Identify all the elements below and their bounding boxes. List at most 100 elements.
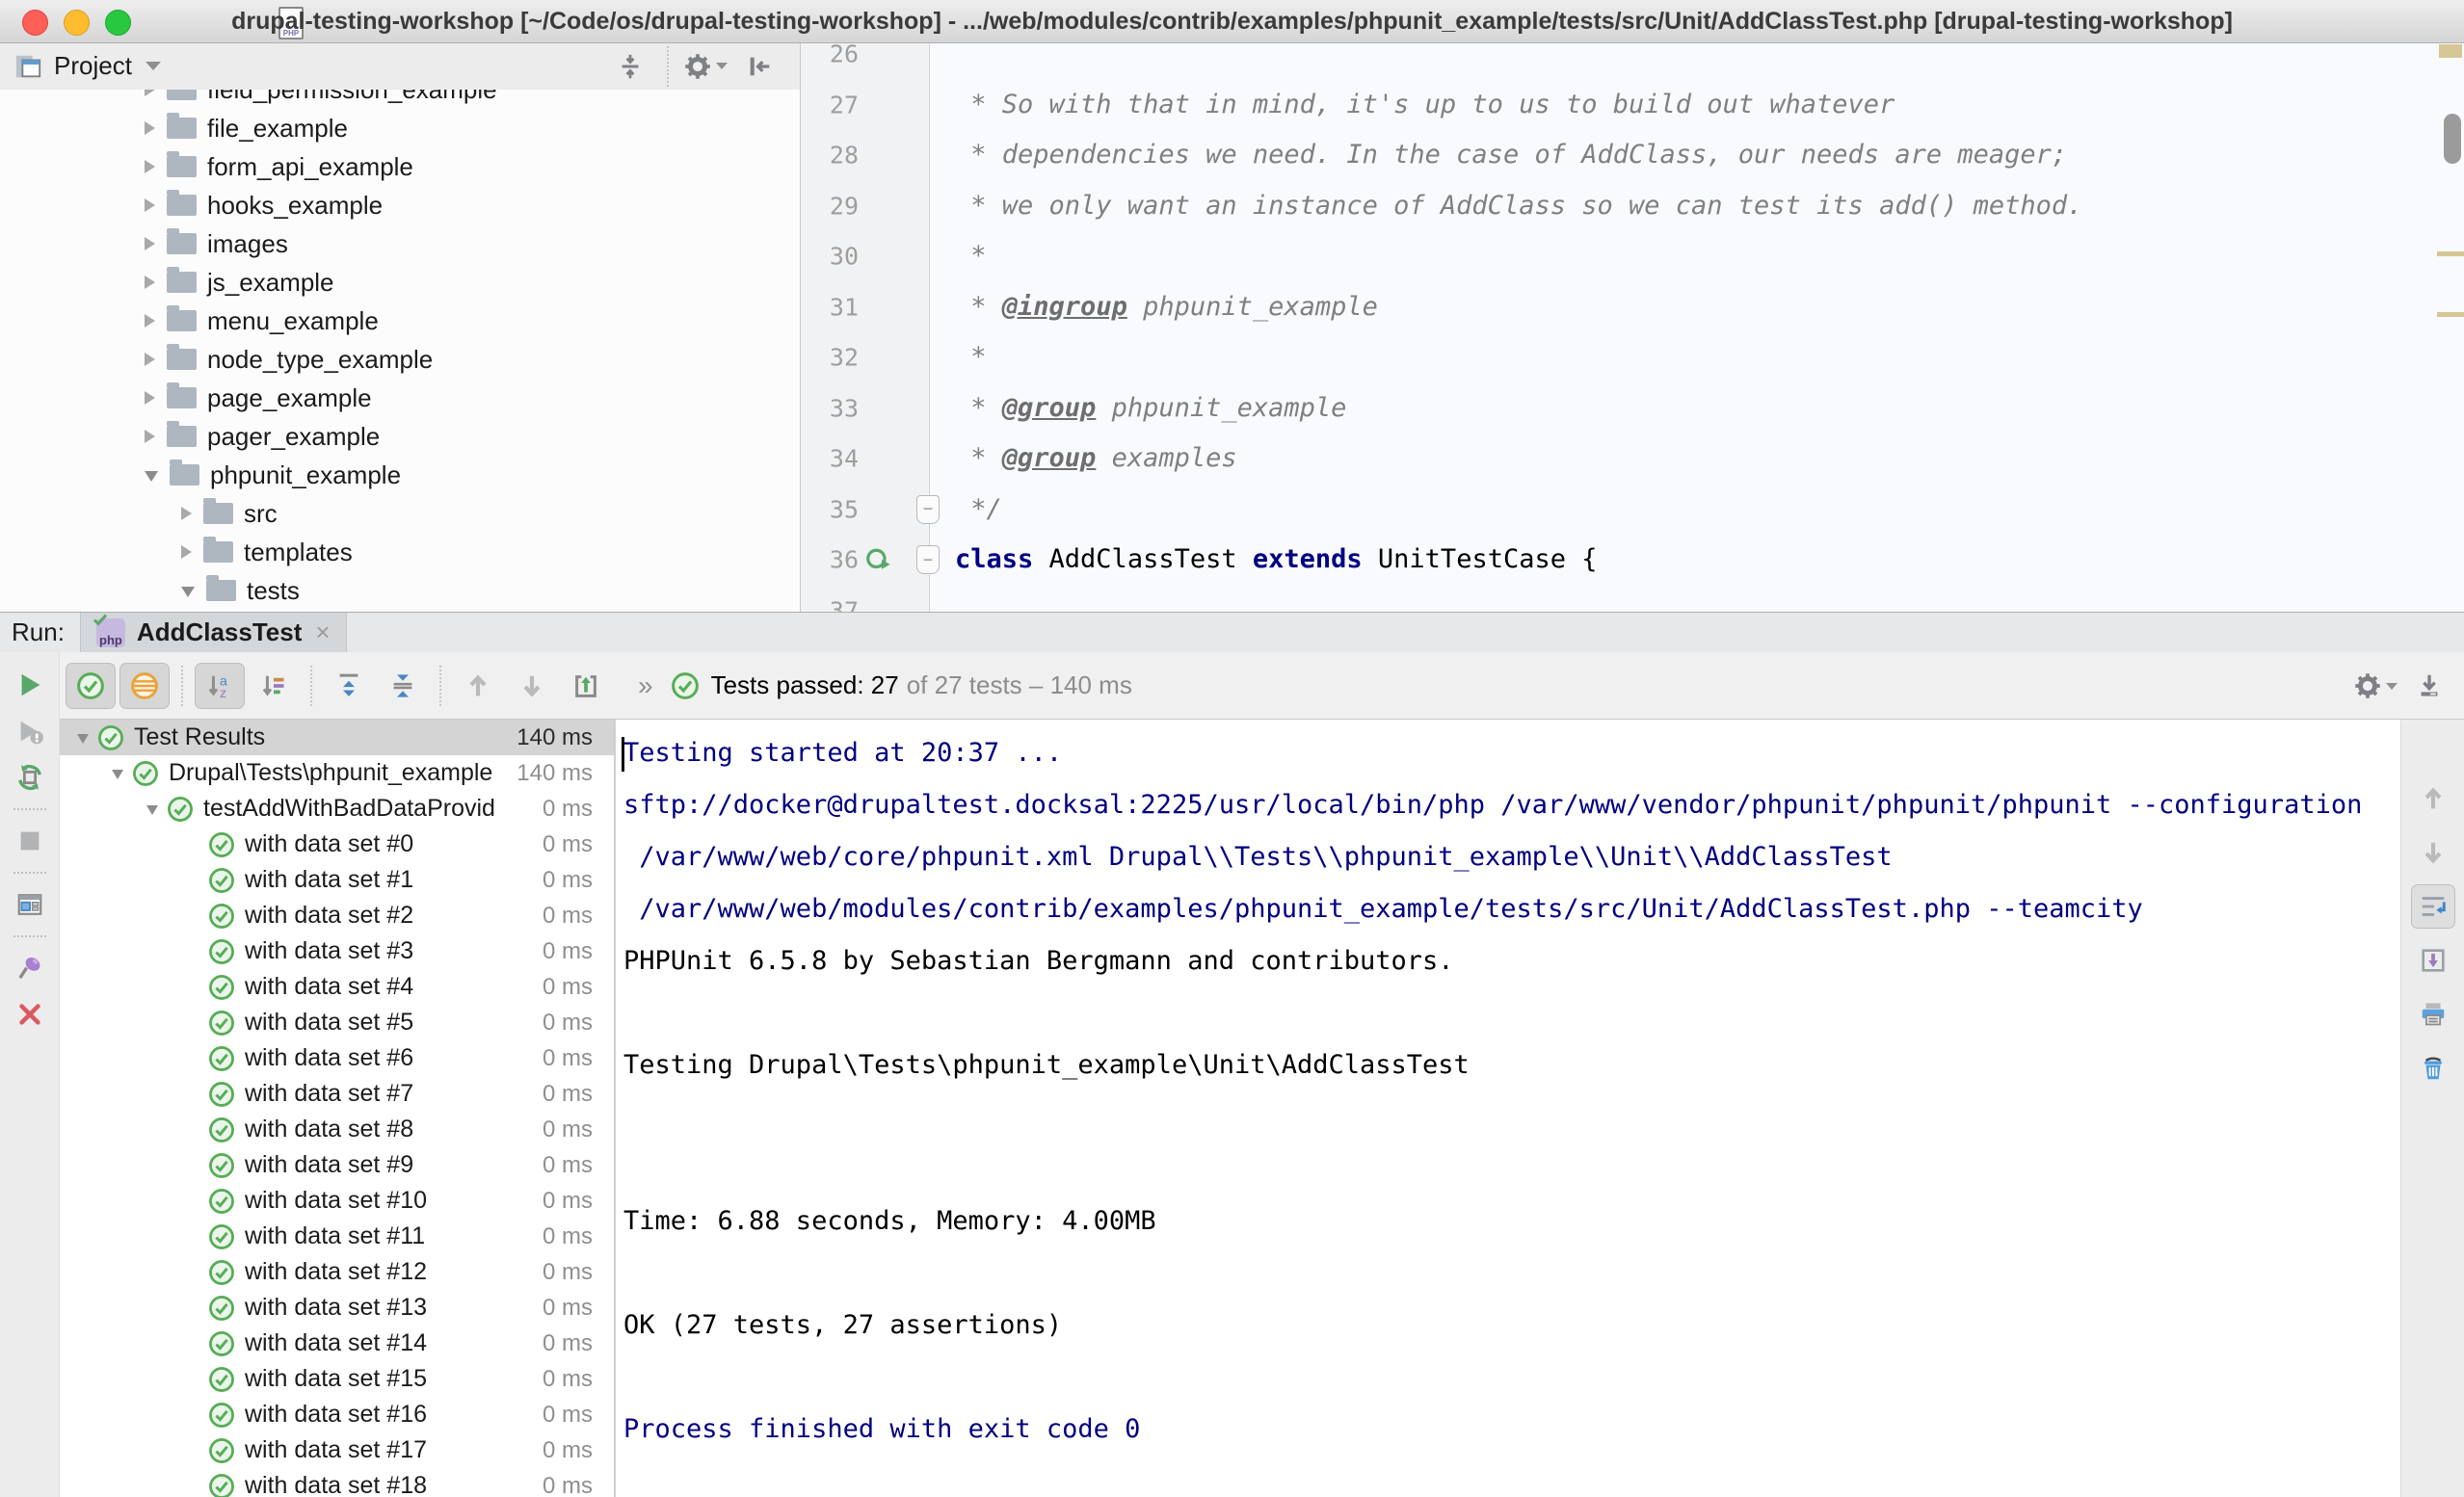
project-tree-item[interactable]: field_permission_example [0,90,800,109]
chevron-right-icon[interactable] [181,545,192,559]
editor-gutter[interactable]: 29 [801,181,930,232]
project-tree-item[interactable]: page_example [0,379,800,417]
test-row[interactable]: with data set #80 ms [60,1112,614,1147]
expand-all-button[interactable] [324,663,374,709]
fold-marker-icon[interactable]: − [916,545,940,574]
test-row[interactable]: with data set #100 ms [60,1183,614,1219]
error-stripe-mark[interactable] [2437,251,2464,256]
project-tree-item[interactable]: js_example [0,263,800,302]
test-row[interactable]: with data set #140 ms [60,1326,614,1361]
error-stripe-mark[interactable] [2439,44,2462,58]
close-button[interactable] [8,992,52,1037]
error-stripe-mark[interactable] [2437,312,2464,317]
test-row[interactable]: with data set #60 ms [60,1040,614,1076]
chevron-down-icon[interactable] [77,734,89,744]
chevron-right-icon[interactable] [145,276,155,289]
test-row[interactable]: with data set #130 ms [60,1290,614,1326]
settings-button[interactable] [2350,663,2400,709]
chevron-right-icon[interactable] [181,507,192,520]
show-passed-button[interactable] [66,663,116,709]
test-row[interactable]: with data set #00 ms [60,827,614,862]
show-ignored-button[interactable] [119,663,170,709]
chevron-right-icon[interactable] [145,237,155,250]
test-row[interactable]: with data set #10 ms [60,862,614,898]
chevron-right-icon[interactable] [145,314,155,328]
chevron-down-icon[interactable] [146,805,158,815]
next-failed-button[interactable] [507,663,557,709]
project-tree-item[interactable]: phpunit_example [0,456,800,494]
editor-gutter[interactable]: 37 [801,586,930,613]
scroll-down-button[interactable] [2411,830,2455,875]
restore-layout-button[interactable] [8,882,52,927]
print-button[interactable] [2411,992,2455,1037]
editor-gutter[interactable]: 32 [801,332,930,383]
project-tree-item[interactable]: pager_example [0,417,800,456]
hide-panel-button[interactable] [2404,663,2454,709]
run-tab-addclasstest[interactable]: php AddClassTest × [80,613,347,652]
close-tab-icon[interactable]: × [315,617,330,647]
test-row[interactable]: with data set #180 ms [60,1468,614,1497]
project-tree-item[interactable]: src [0,494,800,533]
editor-gutter[interactable]: 35− [801,485,930,536]
chevron-right-icon[interactable] [145,430,155,443]
toolbar-overflow-chevron[interactable]: » [638,670,653,701]
test-row[interactable]: with data set #160 ms [60,1397,614,1432]
settings-button[interactable] [680,43,730,90]
scroll-up-button[interactable] [2411,776,2455,821]
editor-gutter[interactable]: 31 [801,282,930,333]
stop-button[interactable] [8,819,52,863]
project-views-dropdown-icon[interactable] [146,62,161,70]
rerun-button[interactable] [8,663,52,707]
test-results-tree[interactable]: Test Results140 msDrupal\Tests\phpunit_e… [60,720,616,1497]
pin-button[interactable] [8,946,52,990]
editor-gutter[interactable]: 34 [801,433,930,485]
editor-gutter[interactable]: 28 [801,130,930,181]
titlebar[interactable]: drupal-testing-workshop [~/Code/os/drupa… [0,0,2464,43]
editor-gutter[interactable]: 30 [801,231,930,282]
editor-gutter[interactable]: 27 [801,80,930,131]
previous-failed-button[interactable] [453,663,503,709]
editor-gutter[interactable]: 33 [801,383,930,434]
project-tree-item[interactable]: images [0,224,800,263]
fold-marker-icon[interactable]: − [916,495,940,524]
sort-alphabetically-button[interactable]: az [195,663,245,709]
project-tree-item[interactable]: hooks_example [0,186,800,224]
soft-wrap-button[interactable] [2411,884,2455,929]
test-row[interactable]: with data set #30 ms [60,933,614,969]
chevron-down-icon[interactable] [112,770,123,779]
export-test-results-button[interactable] [561,663,611,709]
chevron-right-icon[interactable] [145,90,155,96]
chevron-down-icon[interactable] [145,471,158,482]
test-row[interactable]: with data set #90 ms [60,1147,614,1183]
collapse-all-button[interactable] [378,663,428,709]
editor-gutter[interactable]: 36− [801,535,930,586]
project-panel-header[interactable]: Project [0,42,800,90]
test-row[interactable]: with data set #110 ms [60,1219,614,1254]
test-row[interactable]: with data set #50 ms [60,1005,614,1040]
rerun-failed-button[interactable] [8,709,52,753]
chevron-right-icon[interactable] [145,198,155,212]
project-tree-item[interactable]: node_type_example [0,340,800,379]
scroll-to-end-button[interactable] [2411,938,2455,983]
clear-all-button[interactable] [2411,1046,2455,1090]
test-row[interactable]: with data set #170 ms [60,1432,614,1468]
test-row[interactable]: with data set #70 ms [60,1076,614,1112]
hide-left-button[interactable] [734,43,784,90]
project-tree-item[interactable]: tests [0,571,800,610]
test-row[interactable]: with data set #40 ms [60,969,614,1005]
editor-scrollbar-thumb[interactable] [2444,114,2461,164]
sort-by-duration-button[interactable] [249,663,299,709]
test-row[interactable]: with data set #120 ms [60,1254,614,1290]
scroll-from-source-button[interactable] [605,43,655,90]
editor[interactable]: 2627 * So with that in mind, it's up to … [801,42,2464,612]
chevron-right-icon[interactable] [145,121,155,135]
test-row[interactable]: testAddWithBadDataProvider0 ms [60,791,614,827]
chevron-right-icon[interactable] [145,353,155,366]
test-row[interactable]: Drupal\Tests\phpunit_example140 ms [60,755,614,791]
project-tree-item[interactable]: form_api_example [0,147,800,186]
chevron-right-icon[interactable] [145,391,155,405]
chevron-down-icon[interactable] [181,587,195,597]
test-row[interactable]: Test Results140 ms [60,720,614,755]
run-test-gutter-icon[interactable] [864,545,893,574]
chevron-right-icon[interactable] [145,160,155,173]
